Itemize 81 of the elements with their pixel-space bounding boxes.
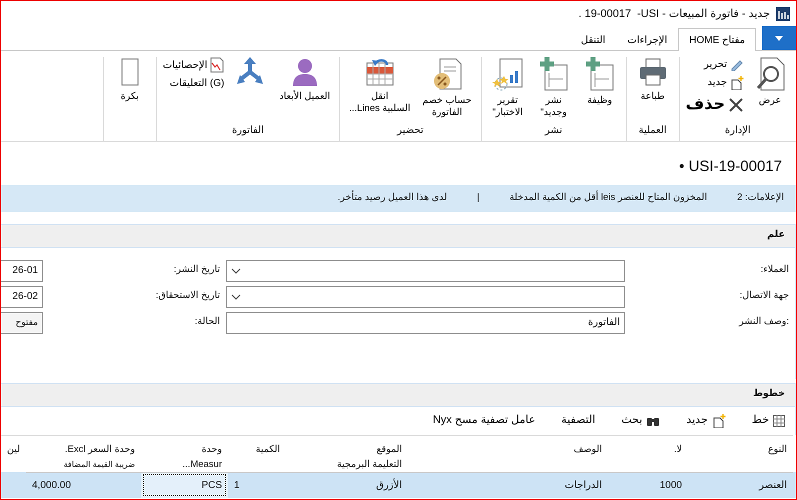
input-field[interactable]: مفتوح — [1, 312, 43, 334]
close-icon — [728, 97, 744, 113]
grid-icon — [773, 414, 785, 426]
table-cell: العنصر — [688, 472, 793, 498]
document-plus-icon — [584, 57, 615, 91]
window-title: جديد - فاتورة المبيعات - USI- — [637, 6, 770, 22]
table-cell: 1000 — [608, 472, 688, 498]
group-label: تحضير — [396, 124, 425, 138]
group-label: الفاتورة — [230, 124, 265, 138]
caret-icon — [775, 36, 783, 40]
column-header[interactable]: الوصف — [408, 434, 608, 472]
field-label: الحالة: — [194, 315, 221, 330]
group-label: نشر — [544, 124, 564, 138]
section-header[interactable]: علم — [1, 224, 796, 248]
ribbon-button[interactable]: انقل السلبية Lines... — [346, 57, 414, 123]
percent-document-icon — [432, 57, 462, 91]
dropdown-field[interactable] — [226, 286, 625, 308]
chevron-icon — [231, 268, 241, 274]
toolbar-button[interactable]: جديد — [686, 412, 726, 429]
ribbon-button[interactable]: طباعة — [632, 57, 673, 123]
report-icon — [492, 57, 524, 91]
arrows-icon — [235, 57, 266, 87]
new-document-icon — [712, 414, 726, 428]
dropdown-button[interactable] — [762, 26, 796, 50]
separator: | — [476, 190, 480, 205]
toolbar-button[interactable]: بحث — [621, 412, 660, 429]
notification-message[interactable]: المخزون المتاح للعنصر leis أقل من الكمية المدخلة — [509, 190, 708, 206]
chevron-icon — [231, 294, 241, 300]
ribbon-tab[interactable]: مفتاح HOME — [678, 28, 756, 51]
section-header[interactable]: خطوط — [1, 382, 796, 406]
field-label: :وصف النشر — [738, 315, 790, 330]
field-label: تاريخ النشر: — [172, 263, 221, 278]
document-number: 19-00017 . — [578, 6, 632, 22]
document-icon — [120, 57, 140, 87]
table-cell: 4,000.00 — [26, 472, 141, 498]
column-header[interactable]: وحدة السعر Excl. ضريبة القيمة المضافة — [26, 434, 141, 472]
ribbon-button[interactable]: نشر وجديد" — [534, 57, 574, 123]
ribbon-button[interactable]: حذف — [686, 93, 744, 117]
group-label: العملية — [638, 124, 668, 138]
ribbon-button[interactable]: حساب خصم الفاتورة — [419, 57, 475, 123]
toolbar-button[interactable]: التصفية — [561, 412, 596, 429]
column-header[interactable]: لا. — [608, 434, 688, 472]
page-heading: USI-19-00017 • — [678, 157, 783, 177]
toolbar-button[interactable]: خط — [752, 412, 785, 429]
ribbon-button[interactable]: العميل الأبعاد — [276, 57, 334, 123]
ribbon-button[interactable]: وظيفة — [580, 57, 620, 123]
ribbon-button[interactable]: الإحصائيات — [162, 57, 224, 73]
ribbon-tab[interactable]: التنقل — [570, 29, 616, 51]
column-header[interactable]: الموقع التعليمة البرمجية — [286, 434, 408, 472]
new-document-icon — [730, 76, 744, 90]
table-arrow-icon — [364, 57, 395, 87]
input-field[interactable]: PCS — [141, 472, 228, 498]
toolbar-button[interactable]: عامل تصفية مسح Nyx — [432, 412, 536, 429]
input-field[interactable]: الفاتورة — [226, 312, 625, 334]
ribbon-button[interactable]: عرض — [750, 57, 790, 123]
table-cell: الدراجات — [408, 472, 608, 498]
input-field[interactable]: 26-01 — [1, 260, 43, 282]
notification-message[interactable]: لدى هذا العميل رصيد متأخر. — [338, 190, 447, 206]
ribbon-button[interactable]: تحرير — [686, 57, 744, 72]
view-icon — [755, 57, 785, 91]
ribbon-tab[interactable]: الإجراءات — [616, 29, 678, 51]
dropdown-field[interactable] — [226, 260, 625, 282]
table-cell: الأزرق — [286, 472, 408, 498]
ribbon-button[interactable]: (G) التعليقات — [162, 76, 224, 91]
notification-count: الإعلامات: 2 — [737, 190, 784, 205]
printer-icon — [638, 57, 668, 87]
ribbon-button[interactable]: جديد — [686, 75, 744, 90]
column-header[interactable]: النوع — [688, 434, 793, 472]
group-label: الإدارة — [724, 124, 752, 138]
pencil-icon — [730, 58, 744, 70]
field-label: العملاء: — [760, 263, 790, 278]
input-field[interactable]: 26-02 — [1, 286, 43, 308]
ribbon-button[interactable]: تقرير الاختبار" — [488, 57, 528, 123]
field-label: جهة الاتصال: — [738, 289, 790, 304]
document-plus-icon — [538, 57, 569, 91]
app-icon — [776, 7, 790, 21]
column-header[interactable]: الكمية — [228, 434, 286, 472]
ribbon-button[interactable]: بكرة — [110, 57, 150, 141]
chart-document-icon — [210, 57, 224, 73]
person-icon — [290, 57, 319, 87]
field-label: تاريخ الاستحقاق: — [154, 289, 221, 304]
